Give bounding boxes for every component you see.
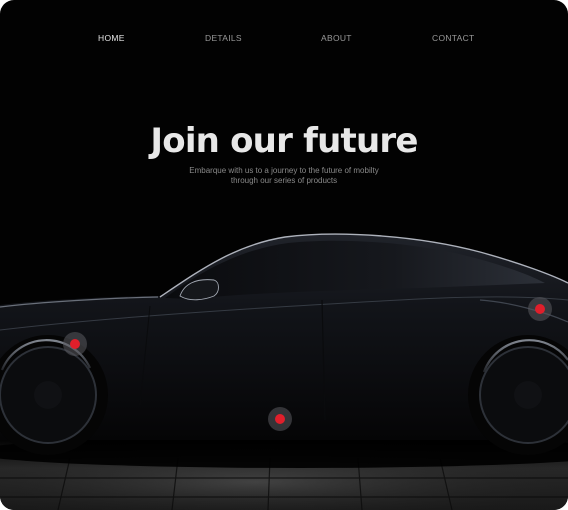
car-scene xyxy=(0,233,568,510)
hero-frame: HOME DETAILS ABOUT CONTACT Join our futu… xyxy=(0,0,568,510)
hotspot-dot-icon xyxy=(275,414,285,424)
hotspot-front-wheel[interactable] xyxy=(63,332,87,356)
hotspot-rear[interactable] xyxy=(528,297,552,321)
hero-title: Join our future xyxy=(150,121,418,161)
hotspot-door[interactable] xyxy=(268,407,292,431)
hotspot-dot-icon xyxy=(70,339,80,349)
nav-home[interactable]: HOME xyxy=(98,33,125,43)
nav-contact[interactable]: CONTACT xyxy=(432,33,475,43)
nav-about[interactable]: ABOUT xyxy=(321,33,352,43)
hero-subtitle-line-2: through our series of products xyxy=(230,176,338,185)
top-nav: HOME DETAILS ABOUT CONTACT xyxy=(0,33,568,45)
hotspot-dot-icon xyxy=(535,304,545,314)
nav-details[interactable]: DETAILS xyxy=(205,33,242,43)
hero-subtitle: Embarque with us to a journey to the fut… xyxy=(184,166,384,186)
hero-subtitle-line-1: Embarque with us to a journey to the fut… xyxy=(189,166,379,175)
